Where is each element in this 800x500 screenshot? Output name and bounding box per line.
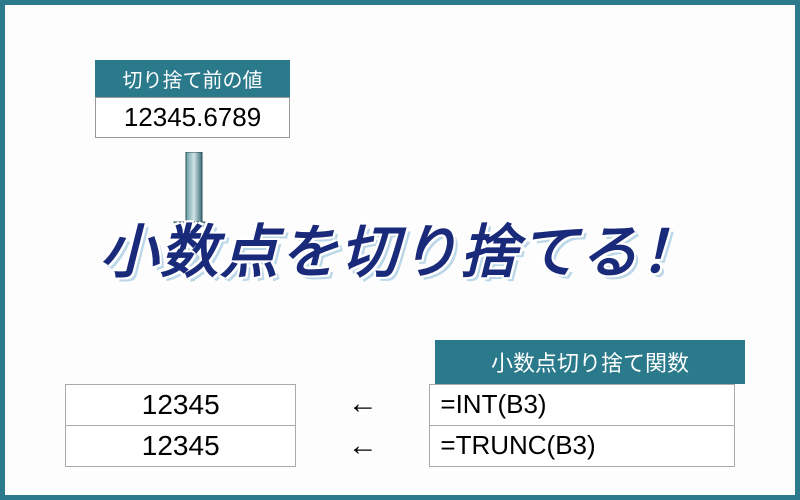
arrow-left-icon: ← (296, 426, 429, 467)
functions-header: 小数点切り捨て関数 (435, 340, 745, 384)
original-value-cell: 12345.6789 (95, 97, 290, 138)
headline-text: 小数点を切り捨てる！ (5, 205, 795, 289)
table-row: 12345 ← =TRUNC(B3) (65, 426, 735, 467)
table-row: 12345 ← =INT(B3) (65, 384, 735, 426)
original-value-header: 切り捨て前の値 (95, 60, 290, 97)
result-cell: 12345 (65, 384, 296, 426)
original-value-box: 切り捨て前の値 12345.6789 (95, 60, 290, 138)
result-cell: 12345 (65, 426, 296, 467)
results-area: 小数点切り捨て関数 12345 ← =INT(B3) 12345 ← =TRUN… (65, 340, 735, 467)
formula-cell: =TRUNC(B3) (429, 426, 735, 467)
arrow-left-icon: ← (296, 384, 429, 426)
formula-cell: =INT(B3) (429, 384, 735, 426)
